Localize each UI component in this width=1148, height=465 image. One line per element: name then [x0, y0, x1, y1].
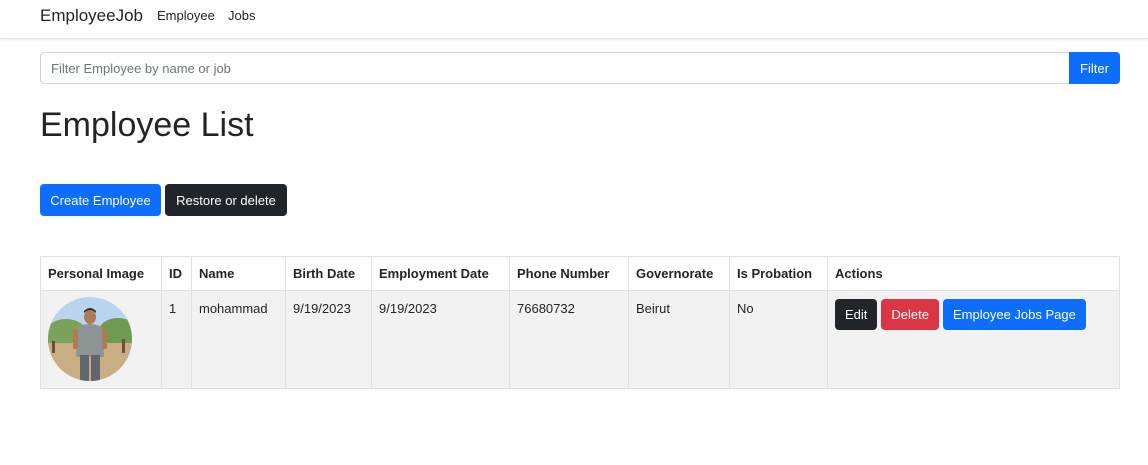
table-row: 1 mohammad 9/19/2023 9/19/2023 76680732 …	[40, 290, 1120, 389]
nav-link-jobs[interactable]: Jobs	[228, 8, 255, 23]
employee-avatar	[48, 297, 132, 381]
cell-actions: Edit Delete Employee Jobs Page	[827, 290, 1120, 389]
cell-name: mohammad	[191, 290, 286, 389]
header-governorate: Governorate	[628, 256, 730, 291]
header-actions: Actions	[827, 256, 1120, 291]
cell-phone-number: 76680732	[509, 290, 629, 389]
cell-governorate: Beirut	[628, 290, 730, 389]
action-buttons: Edit Delete Employee Jobs Page	[835, 299, 1112, 330]
header-personal-image: Personal Image	[40, 256, 162, 291]
employee-table: Personal Image ID Name Birth Date Employ…	[40, 256, 1120, 389]
delete-button[interactable]: Delete	[881, 299, 939, 330]
search-group: Filter	[40, 52, 1120, 84]
navbar: EmployeeJob Employee Jobs	[0, 0, 1148, 39]
page-title: Employee List	[40, 106, 254, 144]
edit-button[interactable]: Edit	[835, 299, 878, 330]
cell-id: 1	[161, 290, 192, 389]
create-employee-button[interactable]: Create Employee	[40, 184, 161, 216]
table-header-row: Personal Image ID Name Birth Date Employ…	[40, 256, 1120, 291]
cell-is-probation: No	[729, 290, 828, 389]
cell-personal-image	[40, 290, 162, 389]
nav-link-employee[interactable]: Employee	[157, 8, 215, 23]
cell-employment-date: 9/19/2023	[371, 290, 510, 389]
header-name: Name	[191, 256, 286, 291]
restore-or-delete-button[interactable]: Restore or delete	[165, 184, 287, 216]
header-phone-number: Phone Number	[509, 256, 629, 291]
header-birth-date: Birth Date	[285, 256, 372, 291]
cell-birth-date: 9/19/2023	[285, 290, 372, 389]
employee-jobs-page-button[interactable]: Employee Jobs Page	[942, 299, 1086, 330]
filter-button[interactable]: Filter	[1069, 52, 1120, 84]
brand-link[interactable]: EmployeeJob	[40, 6, 143, 26]
header-is-probation: Is Probation	[729, 256, 828, 291]
header-id: ID	[161, 256, 192, 291]
header-employment-date: Employment Date	[371, 256, 510, 291]
search-input[interactable]	[40, 52, 1069, 84]
